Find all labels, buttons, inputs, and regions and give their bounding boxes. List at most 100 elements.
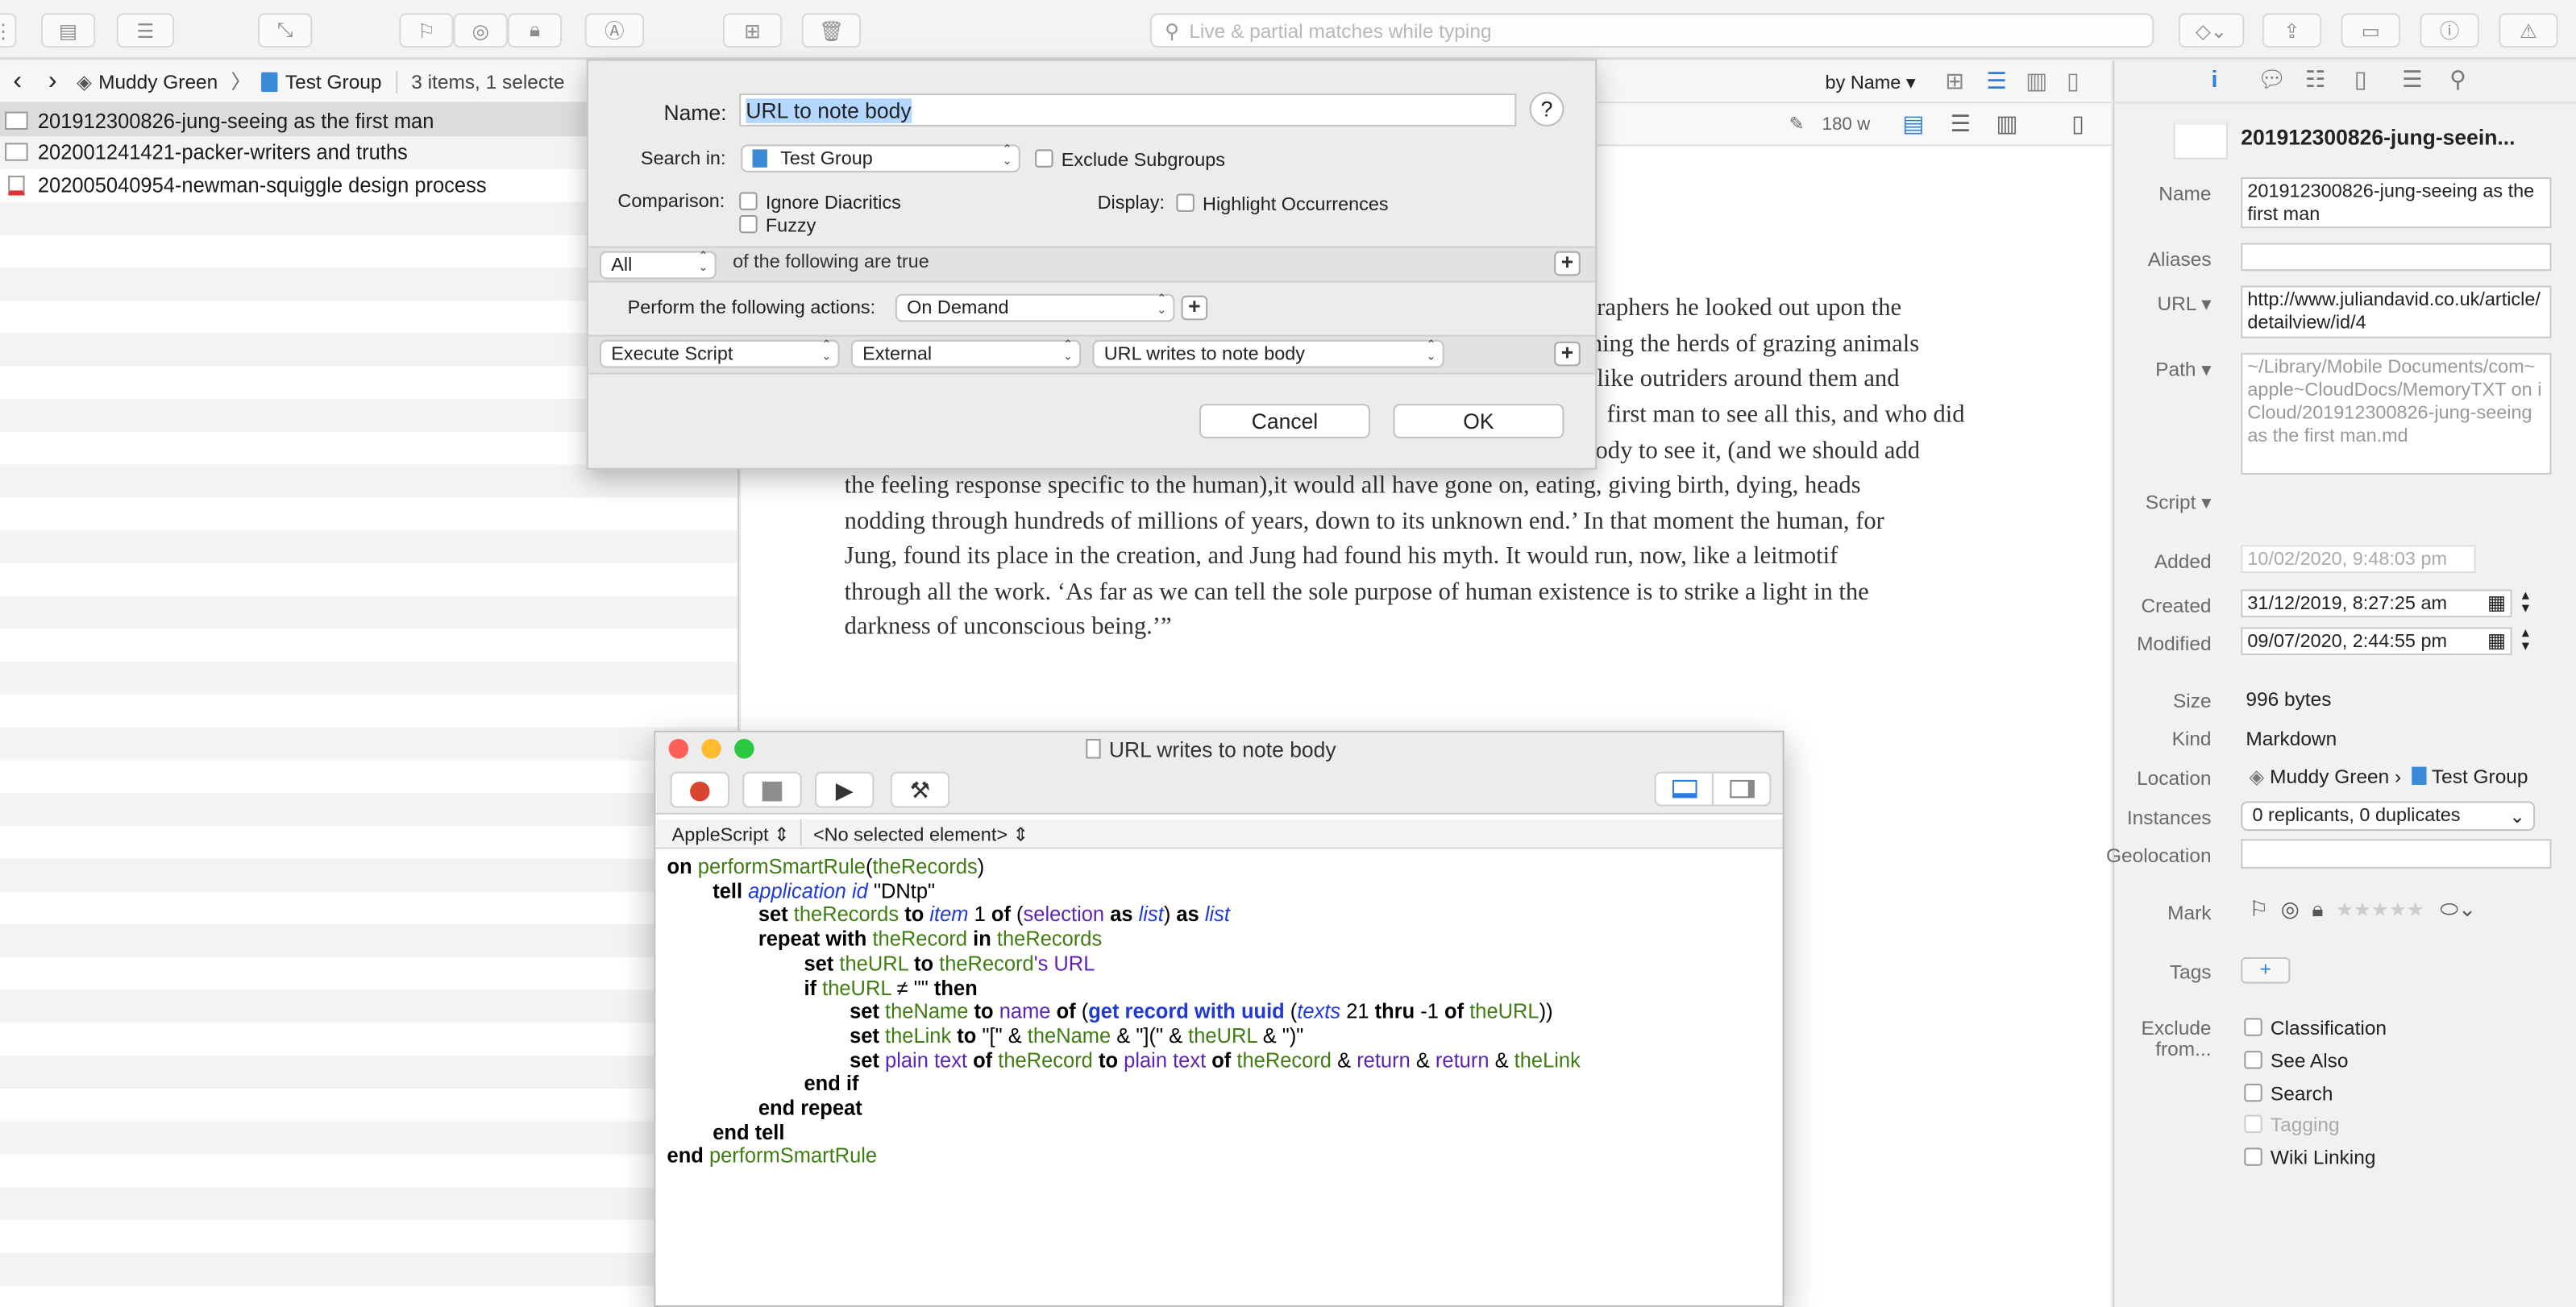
list-item[interactable]: 201912300826-jung-seeing as the first ma… [5,105,434,136]
lock-icon[interactable]: 🔒︎ [2312,897,2323,922]
trigger-popup[interactable]: On Demand [895,293,1175,322]
action-type-popup[interactable]: Execute Script [599,339,840,368]
checkbox[interactable] [2244,1018,2262,1036]
stop-button[interactable] [742,771,802,808]
capture-icon[interactable]: ⤡ [258,13,313,48]
list-item[interactable]: 202001241421-packer-writers and truths [5,136,408,168]
add-trigger-button[interactable]: + [1181,296,1208,321]
created-field[interactable]: 31/12/2019, 8:27:25 am [2241,589,2512,618]
action-source-popup[interactable]: External [850,339,1082,368]
text-mode-icon[interactable]: ☰ [1950,110,1971,139]
exclude-wiki-linking[interactable]: Wiki Linking [2244,1146,2375,1169]
toc-tab-icon[interactable]: ☷ [2305,66,2326,94]
ignore-diacritics-option[interactable]: Ignore Diacritics [739,192,901,214]
read-icon[interactable]: ◎ [453,13,508,48]
added-label: Added [2154,550,2212,574]
inspector-toggle-icon[interactable]: ▯ [2071,110,2084,139]
warning-icon[interactable]: ⚠ [2499,13,2558,48]
close-window-icon[interactable] [668,738,689,759]
aliases-label: Aliases [2147,247,2212,272]
url-field[interactable]: http://www.juliandavid.co.uk/article/det… [2241,285,2552,338]
exclude-search[interactable]: Search [2244,1082,2333,1105]
search-tab-icon[interactable]: ⚲ [2449,66,2466,94]
rating-stars[interactable]: ★★★★★ [2336,898,2424,922]
tag-action-icon[interactable]: ◇⌄ [2178,13,2245,48]
element-popup[interactable]: <No selected element> ⇕ [813,823,1028,845]
action-script-popup[interactable]: URL writes to note body [1092,339,1444,368]
minimize-window-icon[interactable] [701,738,721,759]
location-value[interactable]: ◈ Muddy Green › Test Group [2249,766,2528,789]
instances-popup[interactable]: 0 replicants, 0 duplicates ⌄ [2241,801,2536,832]
add-tag-button[interactable]: + [2241,956,2291,984]
cancel-button[interactable]: Cancel [1199,404,1370,439]
bottom-pane-toggle[interactable] [1654,771,1714,807]
split-mode-icon[interactable]: ▥ [1996,110,2018,139]
preview-mode-icon[interactable]: ▤ [1902,110,1924,139]
flag-icon[interactable]: ⚐ [2249,897,2268,922]
info-icon[interactable]: ⓘ [2420,13,2479,48]
forward-icon[interactable]: › [48,67,57,97]
breadcrumb-database[interactable]: Muddy Green [98,70,218,93]
exclude-classification[interactable]: Classification [2244,1016,2387,1039]
highlight-option[interactable]: Highlight Occurrences [1176,193,1389,215]
checkbox[interactable] [739,192,758,210]
exclude-subgroups-option[interactable]: Exclude Subgroups [1035,149,1225,171]
record-button[interactable] [670,771,730,808]
format-icon[interactable]: ☰ [116,13,175,48]
name-field[interactable]: 201912300826-jung-seeing as the first ma… [2241,177,2552,229]
checkbox[interactable] [2244,1147,2262,1166]
split-view-icon[interactable]: ▯ [2067,68,2079,96]
group-icon[interactable]: ⊞ [722,13,783,48]
created-stepper[interactable]: ▴ ▾ [2522,587,2529,615]
list-view-icon[interactable]: ☰ [1986,68,2007,96]
info-tab-icon[interactable]: i [2212,66,2218,93]
properties-tab-icon[interactable]: ☰ [2402,66,2423,94]
compile-button[interactable]: ⚒ [890,771,950,808]
modified-stepper[interactable]: ▴ ▾ [2522,624,2529,653]
view-options-icon[interactable]: ▤ [40,13,96,48]
column-view-icon[interactable]: ▥ [2025,68,2047,96]
language-popup[interactable]: AppleScript ⇕ [672,823,790,845]
match-popup[interactable]: All [599,251,717,280]
aliases-field[interactable] [2241,243,2552,272]
sidebar-toggle-icon[interactable]: ⋮ [0,13,17,48]
side-pane-toggle[interactable] [1711,771,1772,807]
search-in-popup[interactable]: Test Group [741,144,1020,172]
checkbox[interactable] [2244,1083,2262,1102]
help-button[interactable]: ? [1529,92,1564,127]
calendar-icon[interactable]: ▦ [2487,591,2506,615]
script-code[interactable]: on performSmartRule(theRecords) tell app… [667,856,1581,1169]
checkbox[interactable] [1035,149,1053,168]
checkbox[interactable] [2244,1051,2262,1069]
list-item[interactable]: 202005040954-newman-squiggle design proc… [5,169,487,201]
sort-selector[interactable]: by Name ▾ [1826,71,1916,93]
icon-view-icon[interactable]: ⊞ [1945,68,1964,96]
rule-name-field[interactable]: URL to note body [739,93,1517,127]
share-icon[interactable]: ⇪ [2262,13,2322,48]
read-icon[interactable]: ◎ [2281,897,2300,922]
tools-icon[interactable]: ✎ [1789,114,1805,135]
annotation-icon[interactable]: Ⓐ [584,13,645,48]
annotation-tab-icon[interactable]: 💬︎ [2258,66,2287,94]
flag-icon[interactable]: ⚐ [399,13,454,48]
document-tab-icon[interactable]: ▯ [2354,66,2367,94]
fuzzy-option[interactable]: Fuzzy [739,214,816,236]
search-input[interactable]: ⚲ Live & partial matches while typing [1149,13,2154,48]
trash-icon[interactable]: 🗑︎ [801,13,862,48]
geolocation-field[interactable] [2241,839,2552,869]
run-button[interactable]: ▶ [814,771,875,808]
add-action-button[interactable]: + [1554,341,1581,367]
checkbox[interactable] [739,214,758,234]
modified-field[interactable]: 09/07/2020, 2:44:55 pm [2241,627,2512,656]
exclude-see-also[interactable]: See Also [2244,1049,2348,1073]
lock-icon[interactable]: 🔒︎ [507,13,563,48]
ok-button[interactable]: OK [1393,404,1564,439]
breadcrumb-group[interactable]: Test Group [285,70,382,93]
back-icon[interactable]: ‹ [13,67,22,97]
add-criterion-button[interactable]: + [1554,251,1581,276]
label-selector[interactable]: ⬭⌄ [2440,897,2476,922]
zoom-window-icon[interactable] [734,738,754,759]
sidebar-right-icon[interactable]: ▭ [2341,13,2400,48]
calendar-icon[interactable]: ▦ [2487,629,2506,652]
checkbox[interactable] [1176,193,1195,212]
